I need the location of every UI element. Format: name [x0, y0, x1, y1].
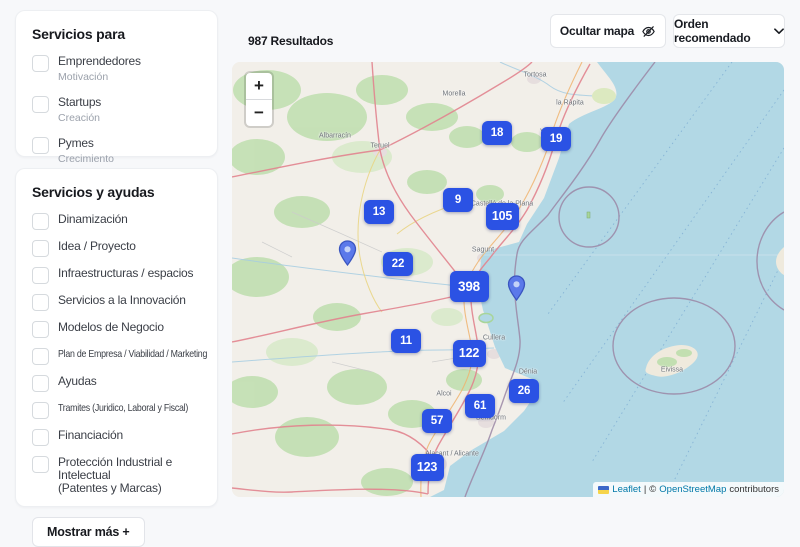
checkbox[interactable] — [32, 55, 49, 72]
filter-card-servicios-para: Servicios para Emprendedores Motivación St… — [15, 10, 218, 157]
filter-option-card2-0[interactable]: Dinamización — [32, 213, 201, 230]
checkbox[interactable] — [32, 375, 49, 392]
hide-map-button[interactable]: Ocultar mapa — [550, 14, 666, 48]
filter-option-label: Financiación — [58, 429, 123, 442]
filter-option-card1-2[interactable]: Pymes Crecimiento — [32, 137, 201, 165]
filter-option-label-line2: (Patentes y Marcas) — [58, 482, 201, 495]
filter-option-text: Startups Creación — [58, 96, 101, 124]
filter-options-list: Dinamización Idea / Proyecto Infraestructu… — [32, 213, 201, 495]
cluster-marker[interactable]: 13 — [364, 200, 394, 224]
filter-option-text: Infraestructuras / espacios — [58, 267, 193, 280]
filter-option-text: Dinamización — [58, 213, 128, 226]
filter-option-card2-5[interactable]: Plan de Empresa / Viabilidad / Marketing — [32, 348, 201, 365]
filter-option-label: Plan de Empresa / Viabilidad / Marketing — [58, 348, 178, 361]
filter-option-card2-8[interactable]: Financiación — [32, 429, 201, 446]
filter-option-sublabel: Motivación — [58, 72, 141, 83]
cluster-marker[interactable]: 105 — [486, 203, 519, 230]
filter-option-card2-7[interactable]: Tramites (Juridico, Laboral y Fiscal) — [32, 402, 201, 419]
checkbox[interactable] — [32, 321, 49, 338]
filter-option-text: Idea / Proyecto — [58, 240, 136, 253]
filter-option-label: Emprendedores — [58, 55, 141, 68]
eye-off-icon — [641, 24, 656, 39]
show-more-button[interactable]: Mostrar más + — [32, 517, 145, 547]
filter-option-text: Protección Industrial e Intelectual(Pate… — [58, 456, 201, 495]
attribution-divider: | — [644, 484, 646, 495]
contributors-text: contributors — [729, 484, 779, 495]
sort-dropdown[interactable]: Orden recomendado — [673, 14, 785, 48]
map-attribution: Leaflet | © OpenStreetMap contributors — [593, 482, 784, 497]
filter-option-card2-6[interactable]: Ayudas — [32, 375, 201, 392]
copyright-symbol: © — [649, 484, 656, 495]
checkbox[interactable] — [32, 348, 49, 365]
hide-map-label: Ocultar mapa — [560, 24, 634, 38]
filter-option-label: Pymes — [58, 137, 114, 150]
results-count: 987 Resultados — [248, 34, 333, 48]
checkbox[interactable] — [32, 267, 49, 284]
checkbox[interactable] — [32, 456, 49, 473]
osm-link[interactable]: OpenStreetMap — [659, 484, 726, 495]
filter-option-label: Protección Industrial e Intelectual — [58, 456, 201, 482]
filter-card-title: Servicios para — [32, 26, 201, 42]
cluster-marker[interactable]: 61 — [465, 394, 495, 418]
filter-option-card2-4[interactable]: Modelos de Negocio — [32, 321, 201, 338]
filter-option-label: Infraestructuras / espacios — [58, 267, 193, 280]
filter-option-text: Emprendedores Motivación — [58, 55, 141, 83]
checkbox[interactable] — [32, 294, 49, 311]
checkbox[interactable] — [32, 213, 49, 230]
filter-option-label: Modelos de Negocio — [58, 321, 164, 334]
checkbox[interactable] — [32, 96, 49, 113]
cluster-marker[interactable]: 22 — [383, 252, 413, 276]
cluster-marker[interactable]: 57 — [422, 409, 452, 433]
cluster-marker[interactable]: 26 — [509, 379, 539, 403]
checkbox[interactable] — [32, 402, 49, 419]
filter-option-label: Startups — [58, 96, 101, 109]
map-pin-icon — [507, 275, 526, 301]
filter-option-text: Servicios a la Innovación — [58, 294, 186, 307]
filter-option-sublabel: Crecimiento — [58, 154, 114, 165]
filter-option-label: Servicios a la Innovación — [58, 294, 186, 307]
leaflet-link[interactable]: Leaflet — [612, 484, 641, 495]
cluster-marker[interactable]: 122 — [453, 340, 486, 367]
filter-option-card1-0[interactable]: Emprendedores Motivación — [32, 55, 201, 83]
cluster-marker[interactable]: 18 — [482, 121, 512, 145]
filter-option-card2-3[interactable]: Servicios a la Innovación — [32, 294, 201, 311]
filter-option-card1-1[interactable]: Startups Creación — [32, 96, 201, 124]
filter-options-list: Emprendedores Motivación Startups Creación P… — [32, 55, 201, 165]
sort-label: Orden recomendado — [674, 17, 767, 45]
map-pin[interactable] — [338, 240, 357, 266]
checkbox[interactable] — [32, 429, 49, 446]
filter-option-card2-2[interactable]: Infraestructuras / espacios — [32, 267, 201, 284]
filter-option-text: Pymes Crecimiento — [58, 137, 114, 165]
checkbox[interactable] — [32, 137, 49, 154]
filter-option-label: Ayudas — [58, 375, 97, 388]
filter-option-text: Tramites (Juridico, Laboral y Fiscal) — [58, 402, 201, 415]
checkbox[interactable] — [32, 240, 49, 257]
filter-option-label: Idea / Proyecto — [58, 240, 136, 253]
zoom-in-button[interactable]: + — [246, 73, 272, 99]
filter-option-text: Financiación — [58, 429, 123, 442]
cluster-marker[interactable]: 398 — [450, 271, 489, 302]
filter-card-title: Servicios y ayudas — [32, 184, 201, 200]
map[interactable]: MorellaTortosala RàpitaVinaròsAlbarracín… — [232, 62, 784, 497]
filter-option-label: Tramites (Juridico, Laboral y Fiscal) — [58, 402, 178, 415]
map-zoom-control: + − — [246, 73, 272, 126]
filter-option-card2-1[interactable]: Idea / Proyecto — [32, 240, 201, 257]
filter-option-text: Plan de Empresa / Viabilidad / Marketing — [58, 348, 201, 361]
ukraine-flag-icon — [598, 486, 609, 494]
cluster-marker[interactable]: 9 — [443, 188, 473, 212]
filter-option-sublabel: Creación — [58, 113, 101, 124]
filter-option-text: Ayudas — [58, 375, 97, 388]
map-pin[interactable] — [507, 275, 526, 301]
zoom-out-button[interactable]: − — [246, 99, 272, 126]
cluster-marker[interactable]: 123 — [411, 454, 444, 481]
filter-option-card2-9[interactable]: Protección Industrial e Intelectual(Pate… — [32, 456, 201, 495]
cluster-marker[interactable]: 19 — [541, 127, 571, 151]
filter-option-label: Dinamización — [58, 213, 128, 226]
filter-option-text: Modelos de Negocio — [58, 321, 164, 334]
chevron-down-icon — [774, 28, 784, 35]
map-pin-icon — [338, 240, 357, 266]
filter-card-servicios-y-ayudas: Servicios y ayudas Dinamización Idea / Pr… — [15, 168, 218, 507]
cluster-marker[interactable]: 11 — [391, 329, 421, 353]
